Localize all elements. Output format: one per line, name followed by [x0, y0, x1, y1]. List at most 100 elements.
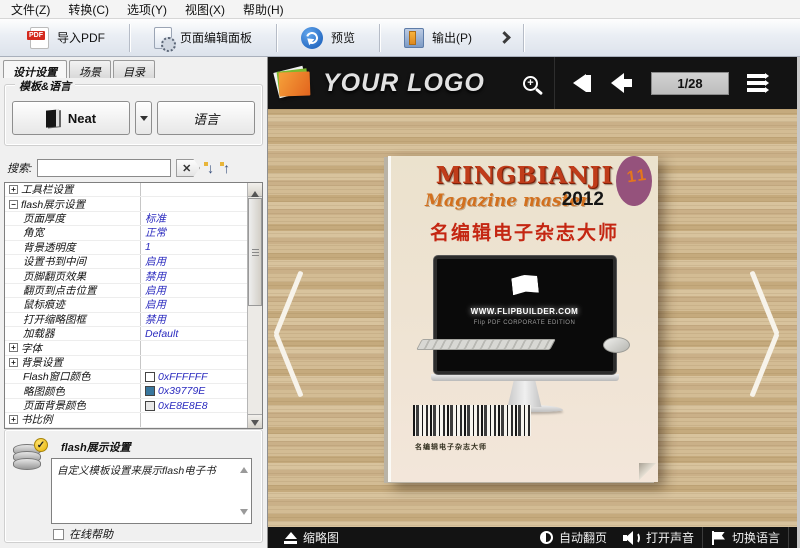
- issue-number: 11: [625, 166, 650, 187]
- settings-row[interactable]: 设置书到中间 启用: [5, 254, 247, 270]
- table-of-contents-icon[interactable]: [747, 73, 769, 93]
- screen-website-text: WWW.FLIPBUILDER.COM: [470, 307, 579, 316]
- setting-value[interactable]: 0x39779E: [141, 384, 247, 397]
- template-group-title: 模板&语言: [15, 78, 75, 94]
- flip-left-chevron-icon[interactable]: [278, 269, 318, 399]
- setting-value[interactable]: [141, 413, 247, 426]
- tab-scene[interactable]: 场景: [69, 60, 111, 79]
- settings-row[interactable]: Flash窗口颜色 0xFFFFFF: [5, 370, 247, 385]
- expand-plus-icon[interactable]: +: [9, 415, 18, 425]
- setting-value[interactable]: [141, 341, 247, 354]
- settings-scrollbar[interactable]: [247, 183, 262, 428]
- setting-value[interactable]: 正常: [141, 226, 247, 239]
- first-page-button[interactable]: [573, 74, 591, 92]
- setting-value[interactable]: 标准: [141, 212, 247, 225]
- settings-row[interactable]: 翻页到点击位置 启用: [5, 283, 247, 299]
- auto-flip-button[interactable]: 自动翻页: [532, 527, 615, 548]
- tab-design-settings[interactable]: 设计设置: [3, 60, 67, 79]
- expand-plus-icon[interactable]: +: [9, 185, 18, 195]
- scroll-up-arrow-icon[interactable]: [248, 183, 262, 197]
- setting-value[interactable]: 禁用: [141, 313, 247, 326]
- settings-row[interactable]: 页面背景颜色 0xE8E8E8: [5, 398, 247, 414]
- template-dropdown-button[interactable]: [135, 101, 152, 135]
- previous-page-button[interactable]: [611, 73, 635, 93]
- menu-convert[interactable]: 转换(C): [59, 0, 118, 20]
- bottombar-divider: [788, 527, 789, 548]
- switch-language-button[interactable]: 切换语言: [703, 527, 788, 548]
- settings-row[interactable]: 页脚翻页效果 禁用: [5, 269, 247, 284]
- tab-toc[interactable]: 目录: [113, 60, 155, 79]
- settings-row[interactable]: + 背景设置: [5, 355, 247, 371]
- mini-scroll-down-icon[interactable]: [240, 509, 248, 519]
- setting-label: + 书比例: [5, 413, 141, 427]
- preview-label: 预览: [331, 31, 356, 45]
- menu-file[interactable]: 文件(Z): [2, 0, 59, 20]
- settings-row[interactable]: 页面厚度 标准: [5, 211, 247, 227]
- setting-value[interactable]: 启用: [141, 255, 247, 268]
- settings-row[interactable]: 略图颜色 0x39779E: [5, 384, 247, 399]
- thumbnail-button[interactable]: 缩略图: [276, 527, 347, 548]
- mini-scroll-up-icon[interactable]: [240, 463, 248, 473]
- setting-label: 设置书到中间: [5, 254, 141, 269]
- menu-help[interactable]: 帮助(H): [234, 0, 293, 20]
- book-icon: [45, 108, 59, 128]
- flipbook-preview: YOUR LOGO + 1/28 MINGBIANJI Magazine mas…: [268, 57, 800, 548]
- setting-value[interactable]: [141, 197, 247, 210]
- setting-value[interactable]: [141, 356, 247, 369]
- settings-row[interactable]: 打开缩略图框 禁用: [5, 312, 247, 327]
- settings-row[interactable]: 角宽 正常: [5, 226, 247, 241]
- page-curl[interactable]: [639, 463, 656, 480]
- setting-value[interactable]: 启用: [141, 298, 247, 311]
- settings-row[interactable]: − flash展示设置: [5, 197, 247, 212]
- menu-view[interactable]: 视图(X): [176, 0, 234, 20]
- settings-row[interactable]: 加载器 Default: [5, 326, 247, 342]
- toolbar-overflow-chevron-icon[interactable]: [498, 31, 511, 44]
- settings-row[interactable]: 背景透明度 1: [5, 240, 247, 255]
- setting-label: 页面背景颜色: [5, 398, 141, 413]
- expand-all-icon[interactable]: ↑: [220, 161, 232, 175]
- expand-plus-icon[interactable]: +: [9, 343, 18, 353]
- description-title: flash展示设置: [61, 442, 131, 454]
- settings-row[interactable]: + 书比例: [5, 413, 247, 428]
- setting-value[interactable]: 1: [141, 241, 247, 254]
- setting-value[interactable]: 0xE8E8E8: [141, 399, 247, 412]
- setting-value[interactable]: 禁用: [141, 269, 247, 283]
- language-button[interactable]: 语言: [157, 101, 255, 135]
- output-button[interactable]: 输出(P): [380, 22, 496, 54]
- panel-tabs: 设计设置 场景 目录: [0, 57, 267, 79]
- search-input[interactable]: [37, 159, 172, 177]
- scrollbar-thumb[interactable]: [248, 198, 262, 306]
- page-edit-panel-button[interactable]: 页面编辑面板: [130, 22, 276, 54]
- description-text: 自定义模板设置来展示flash电子书: [57, 465, 216, 477]
- collapse-all-icon[interactable]: ↓: [204, 161, 216, 175]
- online-help-checkbox[interactable]: [53, 528, 64, 540]
- scroll-down-arrow-icon[interactable]: [248, 414, 262, 428]
- color-swatch: [145, 386, 155, 397]
- expand-plus-icon[interactable]: +: [9, 357, 18, 367]
- language-button-label: 语言: [192, 111, 219, 127]
- settings-row[interactable]: + 字体: [5, 341, 247, 356]
- output-label: 输出(P): [432, 31, 473, 45]
- page-indicator[interactable]: 1/28: [651, 71, 729, 95]
- setting-value[interactable]: Default: [141, 327, 247, 340]
- setting-value[interactable]: 启用: [141, 284, 247, 297]
- template-select-button[interactable]: Neat: [12, 101, 130, 135]
- setting-value[interactable]: 0xFFFFFF: [141, 370, 247, 383]
- setting-value[interactable]: [141, 183, 247, 196]
- settings-row[interactable]: + 工具栏设置: [5, 183, 247, 198]
- zoom-in-icon[interactable]: +: [523, 75, 538, 91]
- settings-row[interactable]: 鼠标痕迹 启用: [5, 298, 247, 313]
- search-row: 搜索: ✕ ↓ ↑: [7, 159, 260, 177]
- import-pdf-button[interactable]: 导入PDF: [6, 22, 129, 54]
- flip-right-chevron-icon[interactable]: [735, 269, 775, 399]
- menu-options[interactable]: 选项(Y): [118, 0, 176, 20]
- setting-label: 加载器: [5, 326, 141, 341]
- collapse-minus-icon[interactable]: −: [9, 199, 18, 209]
- setting-label: 页脚翻页效果: [5, 269, 141, 283]
- barcode: [413, 405, 531, 436]
- magazine-cover-page[interactable]: MINGBIANJI Magazine master 2012 11 名编辑电子…: [388, 156, 658, 482]
- template-name: Neat: [67, 110, 97, 126]
- preview-button[interactable]: 预览: [277, 22, 379, 54]
- clear-search-button[interactable]: ✕: [176, 159, 201, 177]
- sound-button[interactable]: 打开声音: [615, 527, 702, 548]
